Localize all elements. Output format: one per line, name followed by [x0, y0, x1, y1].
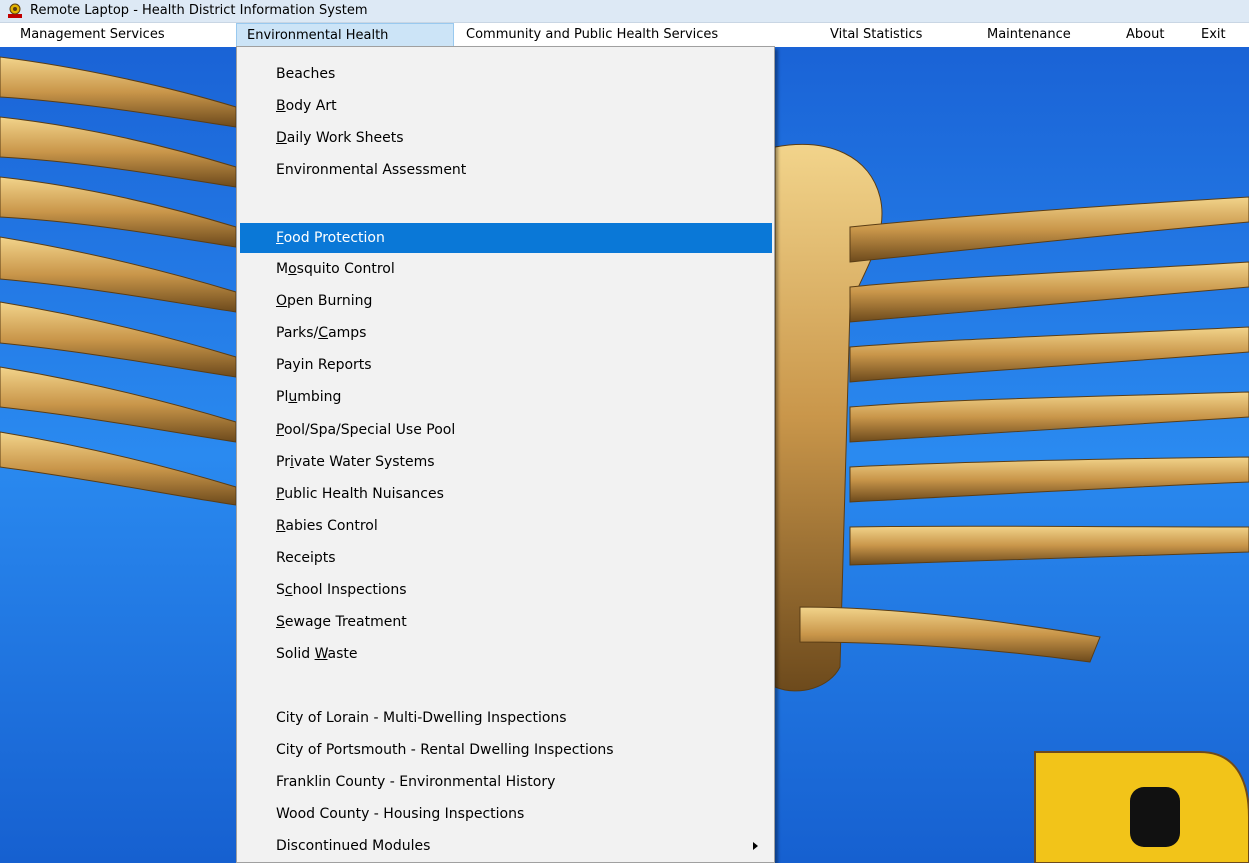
menu-bar: Management Services Environmental Health…: [0, 23, 1249, 47]
menu-item-pool-spa[interactable]: Pool/Spa/Special Use Pool: [240, 415, 772, 445]
menu-item-sewage-treatment[interactable]: Sewage Treatment: [240, 607, 772, 637]
menu-item-label: Open Burning: [276, 293, 373, 309]
menu-item-body-art[interactable]: Body Art: [240, 91, 772, 121]
menu-item-franklin-county[interactable]: Franklin County - Environmental History: [240, 767, 772, 797]
menu-item-label: Rabies Control: [276, 518, 378, 534]
menu-item-mosquito-control[interactable]: Mosquito Control: [240, 254, 772, 284]
menu-item-beaches[interactable]: Beaches: [240, 59, 772, 89]
menu-item-discontinued-modules[interactable]: Discontinued Modules: [240, 831, 772, 861]
menu-item-label: Environmental Assessment: [276, 162, 467, 178]
menu-item-label: Mosquito Control: [276, 261, 395, 277]
menu-environmental-health[interactable]: Environmental Health: [236, 23, 454, 47]
menu-label: Vital Statistics: [830, 27, 923, 42]
menu-item-label: Franklin County - Environmental History: [276, 774, 556, 790]
menu-item-public-health-nuisances[interactable]: Public Health Nuisances: [240, 479, 772, 509]
menu-item-parks-camps[interactable]: Parks/Camps: [240, 318, 772, 348]
menu-about[interactable]: About: [1126, 23, 1164, 47]
menu-item-label: Food Protection: [276, 230, 385, 246]
menu-item-environmental-assessment[interactable]: Environmental Assessment: [240, 155, 772, 185]
window-title: Remote Laptop - Health District Informat…: [30, 3, 368, 18]
menu-label: Exit: [1201, 27, 1226, 42]
menu-item-rabies-control[interactable]: Rabies Control: [240, 511, 772, 541]
menu-item-label: Plumbing: [276, 389, 342, 405]
menu-item-solid-waste[interactable]: Solid Waste: [240, 639, 772, 669]
menu-item-open-burning[interactable]: Open Burning: [240, 286, 772, 316]
menu-item-label: Wood County - Housing Inspections: [276, 806, 525, 822]
menu-item-wood-county[interactable]: Wood County - Housing Inspections: [240, 799, 772, 829]
submenu-arrow-icon: [753, 842, 758, 850]
menu-item-plumbing[interactable]: Plumbing: [240, 382, 772, 412]
menu-item-city-of-portsmouth[interactable]: City of Portsmouth - Rental Dwelling Ins…: [240, 735, 772, 765]
title-bar: Remote Laptop - Health District Informat…: [0, 0, 1249, 23]
menu-item-label: Pool/Spa/Special Use Pool: [276, 422, 456, 438]
menu-label: Community and Public Health Services: [466, 27, 719, 42]
menu-item-label: Payin Reports: [276, 357, 372, 373]
menu-vital-statistics[interactable]: Vital Statistics: [830, 23, 922, 47]
menu-exit[interactable]: Exit: [1201, 23, 1226, 47]
menu-item-label: Sewage Treatment: [276, 614, 407, 630]
menu-management-services[interactable]: Management Services: [20, 23, 165, 47]
menu-item-label: Parks/Camps: [276, 325, 367, 341]
menu-item-label: Discontinued Modules: [276, 838, 431, 854]
menu-label: Maintenance: [987, 27, 1071, 42]
menu-item-label: Private Water Systems: [276, 454, 435, 470]
menu-item-daily-work-sheets[interactable]: Daily Work Sheets: [240, 123, 772, 153]
menu-item-payin-reports[interactable]: Payin Reports: [240, 350, 772, 380]
menu-maintenance[interactable]: Maintenance: [987, 23, 1071, 47]
menu-item-food-protection[interactable]: Food Protection: [240, 223, 772, 253]
environmental-health-dropdown: Beaches Body Art Daily Work Sheets Envir…: [236, 46, 775, 863]
app-badge-icon: [8, 3, 22, 18]
menu-community-public-health[interactable]: Community and Public Health Services: [466, 23, 718, 47]
menu-label: Management Services: [20, 27, 165, 42]
menu-item-label: Solid Waste: [276, 646, 358, 662]
menu-item-label: Public Health Nuisances: [276, 486, 444, 502]
menu-item-school-inspections[interactable]: School Inspections: [240, 575, 772, 605]
menu-item-label: City of Portsmouth - Rental Dwelling Ins…: [276, 742, 614, 758]
menu-item-private-water-systems[interactable]: Private Water Systems: [240, 447, 772, 477]
menu-label: About: [1126, 27, 1165, 42]
menu-item-label: Receipts: [276, 550, 336, 566]
menu-item-label: School Inspections: [276, 582, 407, 598]
menu-item-receipts[interactable]: Receipts: [240, 543, 772, 573]
menu-item-label: Body Art: [276, 98, 337, 114]
menu-item-label: Daily Work Sheets: [276, 130, 404, 146]
menu-label: Environmental Health: [247, 28, 389, 43]
menu-item-label: Beaches: [276, 66, 336, 82]
menu-item-city-of-lorain[interactable]: City of Lorain - Multi-Dwelling Inspecti…: [240, 703, 772, 733]
menu-item-label: City of Lorain - Multi-Dwelling Inspecti…: [276, 710, 567, 726]
